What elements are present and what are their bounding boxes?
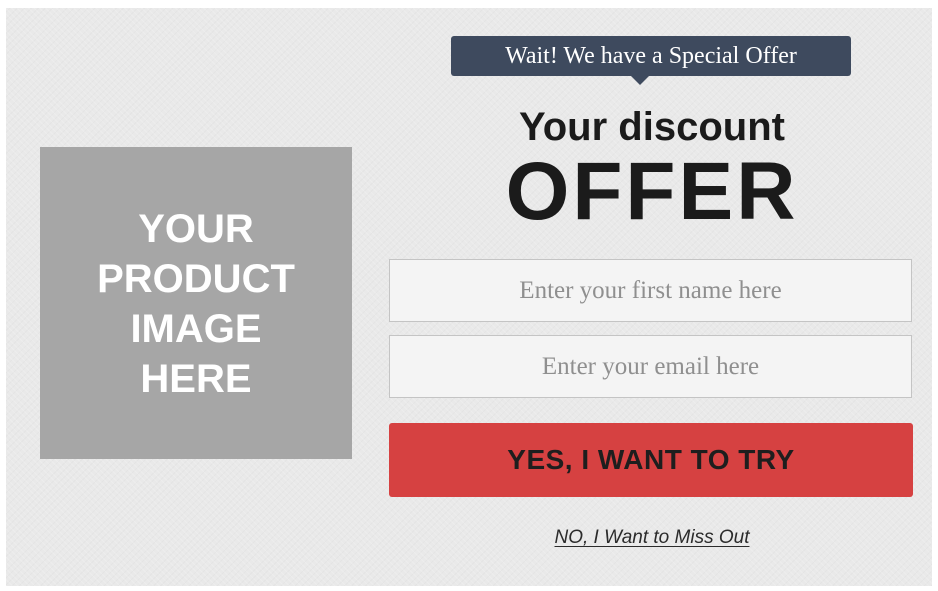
decline-link-wrapper: NO, I Want to Miss Out xyxy=(390,526,914,550)
headline-discount: Your discount xyxy=(519,105,785,149)
special-offer-ribbon: Wait! We have a Special Offer xyxy=(451,36,851,76)
product-image-label: YOUR PRODUCT IMAGE HERE xyxy=(97,207,295,401)
no-miss-out-link[interactable]: NO, I Want to Miss Out xyxy=(555,527,750,548)
first-name-input[interactable] xyxy=(389,259,912,322)
product-image-placeholder: YOUR PRODUCT IMAGE HERE xyxy=(40,147,352,459)
ribbon-pointer xyxy=(631,76,649,85)
yes-try-button[interactable]: YES, I WANT TO TRY xyxy=(389,423,913,497)
headline-offer: OFFER xyxy=(505,146,799,237)
email-input[interactable] xyxy=(389,335,912,398)
offer-popup: YOUR PRODUCT IMAGE HERE Wait! We have a … xyxy=(6,8,932,586)
